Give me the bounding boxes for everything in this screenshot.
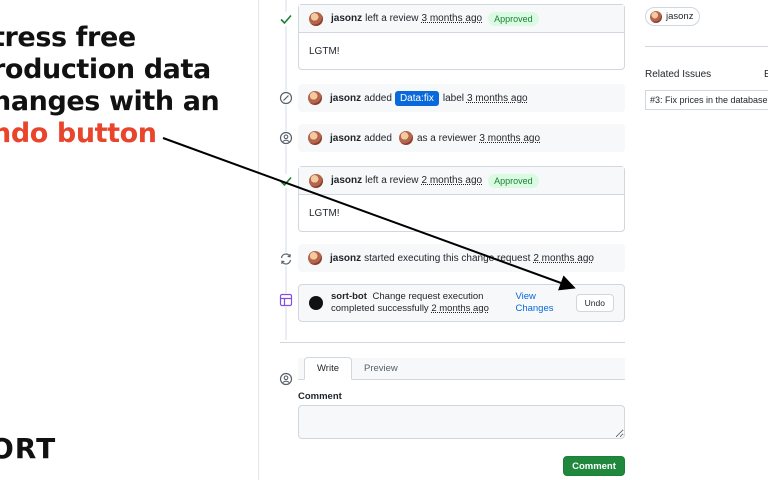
brand-logo: ORT: [0, 432, 57, 465]
reviewer-suffix: as a reviewer: [416, 132, 477, 144]
review-card: jasonz left a review 3 months ago Approv…: [298, 4, 625, 70]
timestamp-link[interactable]: 2 months ago: [421, 175, 482, 186]
timestamp-link[interactable]: 2 months ago: [431, 303, 489, 314]
timestamp-link[interactable]: 3 months ago: [479, 133, 540, 144]
headline-line-1: tress free: [0, 22, 136, 53]
sidebar-divider: [645, 46, 768, 47]
person-circle-icon: [279, 372, 293, 386]
action-text: left a review: [365, 175, 419, 186]
check-icon: [279, 174, 293, 188]
avatar[interactable]: [309, 173, 323, 188]
bot-avatar[interactable]: [309, 296, 323, 310]
avatar[interactable]: [308, 131, 322, 145]
label-event: jasonz added Data:fix label 3 months ago: [298, 84, 625, 112]
action-text: added: [364, 132, 392, 144]
review-card: jasonz left a review 2 months ago Approv…: [298, 166, 625, 232]
related-issues-heading: Related Issues: [645, 69, 712, 80]
user-link[interactable]: jasonz: [330, 253, 361, 264]
promo-panel: tress free roduction data hanges with an…: [0, 0, 258, 480]
reviewer-event: jasonz added as a reviewer 3 months ago: [298, 124, 625, 152]
timestamp-link[interactable]: 3 months ago: [467, 93, 528, 104]
check-icon: [279, 12, 293, 26]
promo-headline: tress free roduction data hanges with an…: [0, 22, 220, 150]
execute-event: jasonz started executing this change req…: [298, 244, 625, 272]
avatar[interactable]: [309, 11, 323, 26]
label-event-row: jasonz added Data:fix label 3 months ago: [298, 84, 625, 112]
review-body: LGTM!: [309, 46, 340, 57]
sync-icon: [279, 252, 293, 266]
tag-icon: [279, 91, 293, 105]
reviewer-event-row: jasonz added as a reviewer 3 months ago: [298, 124, 625, 152]
tab-write[interactable]: Write: [304, 357, 352, 380]
approved-badge: Approved: [488, 173, 539, 188]
timeline-line: [285, 0, 287, 340]
user-link[interactable]: jasonz: [331, 175, 362, 186]
user-link[interactable]: jasonz: [330, 93, 361, 104]
comment-tabs: Write Preview: [298, 357, 625, 380]
timeline-separator: [280, 342, 625, 343]
review-card-header: jasonz left a review 2 months ago Approv…: [299, 167, 624, 195]
undo-button[interactable]: Undo: [575, 294, 614, 312]
avatar[interactable]: [308, 251, 322, 265]
view-changes-link[interactable]: View Changes: [515, 291, 571, 315]
comment-label: Comment: [298, 391, 342, 402]
user-link[interactable]: jasonz: [330, 133, 361, 144]
timestamp-link[interactable]: 2 months ago: [533, 253, 594, 264]
review-body: LGTM!: [309, 208, 340, 219]
action-text: started executing this change request: [364, 252, 531, 264]
bot-message: sort-bot Change request execution comple…: [331, 291, 501, 315]
bot-event: sort-bot Change request execution comple…: [298, 284, 625, 322]
action-text: added: [364, 92, 392, 104]
headline-line-4: ndo button: [0, 118, 157, 149]
label-suffix: label: [442, 92, 464, 104]
person-circle-icon: [279, 131, 293, 145]
user-link[interactable]: jasonz: [331, 13, 362, 24]
avatar[interactable]: [308, 91, 322, 105]
comment-submit-button[interactable]: Comment: [563, 456, 625, 476]
related-issue-item[interactable]: #3: Fix prices in the database: [645, 90, 768, 110]
related-issues-edit[interactable]: E: [764, 69, 768, 80]
reviewer-avatar[interactable]: [398, 131, 413, 145]
action-text: left a review: [365, 13, 419, 24]
approved-badge: Approved: [488, 11, 539, 26]
headline-line-2: roduction data: [0, 54, 211, 85]
execute-event-row: jasonz started executing this change req…: [298, 244, 625, 272]
tab-preview[interactable]: Preview: [352, 358, 410, 379]
headline-line-3: hanges with an: [0, 86, 220, 117]
bot-user-link[interactable]: sort-bot: [331, 291, 367, 302]
reviewer-name: jasonz: [666, 11, 694, 22]
avatar: [650, 10, 662, 23]
panel-divider: [258, 0, 259, 480]
table-icon: [279, 293, 293, 307]
reviewer-chip[interactable]: jasonz: [645, 7, 701, 26]
related-issue-link[interactable]: #3: Fix prices in the database: [650, 95, 768, 105]
review-card-header: jasonz left a review 3 months ago Approv…: [299, 5, 624, 33]
comment-textarea[interactable]: [298, 405, 625, 439]
label-tag[interactable]: Data:fix: [394, 90, 439, 106]
timestamp-link[interactable]: 3 months ago: [421, 13, 482, 24]
